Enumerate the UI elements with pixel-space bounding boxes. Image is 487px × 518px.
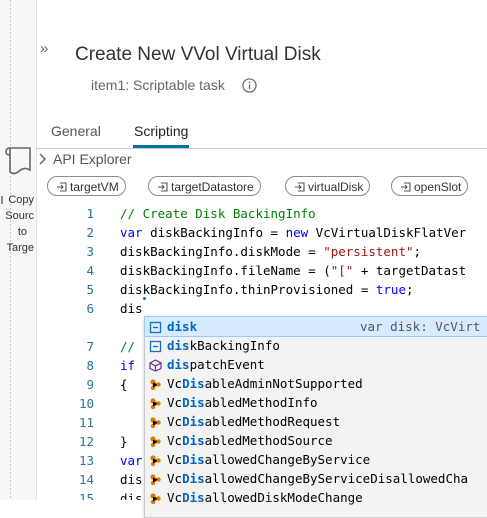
autocomplete-item[interactable]: dispatchEvent — [145, 355, 487, 374]
code-line: diskBackingInfo.thinProvisioned = true; — [120, 282, 414, 297]
line-number: 14 — [78, 472, 94, 487]
class-icon — [149, 434, 162, 448]
code-line: dis — [120, 301, 143, 316]
autocomplete-item-label: diskBackingInfo — [167, 338, 280, 353]
scriptable-task-icon[interactable] — [4, 144, 34, 178]
api-explorer-label: API Explorer — [53, 151, 132, 167]
binding-chip-label: targetVM — [70, 180, 119, 194]
task-label-line: Targe — [6, 242, 34, 254]
chevron-right-icon — [39, 153, 47, 165]
line-number: 3 — [86, 244, 94, 259]
autocomplete-item-label: VcDisabledMethodInfo — [167, 395, 318, 410]
class-icon — [149, 472, 162, 486]
code-line: var — [120, 453, 143, 468]
task-label-line: Copy — [8, 194, 34, 206]
binding-chip-label: openSlot — [414, 180, 462, 194]
line-number: 10 — [78, 396, 94, 411]
line-number: 12 — [78, 434, 94, 449]
code-line: // — [120, 339, 143, 354]
binding-chip-targetdatastore[interactable]: targetDatastore — [148, 176, 261, 196]
line-number: 13 — [78, 453, 94, 468]
task-label-line: to — [17, 226, 27, 238]
line-number: 7 — [86, 339, 94, 354]
info-icon[interactable] — [242, 78, 257, 93]
page-title: Create New VVol Virtual Disk — [75, 44, 321, 65]
autocomplete-item[interactable]: VcDisableAdminNotSupported — [145, 374, 487, 393]
autocomplete-item[interactable]: VcDisabledMethodRequest — [145, 412, 487, 431]
variable-bindings: targetVM targetDatastore virtualDisk ope… — [47, 176, 487, 198]
variable-icon — [149, 320, 162, 334]
autocomplete-item-label: VcDisabledMethodSource — [167, 433, 333, 448]
binding-icon — [57, 182, 67, 192]
code-line: var diskBackingInfo = new VcVirtualDiskF… — [120, 225, 467, 240]
class-icon — [149, 396, 162, 410]
binding-chip-label: virtualDisk — [308, 180, 364, 194]
code-line: diskBackingInfo.diskMode = "persistent"; — [120, 244, 422, 259]
autocomplete-item-label: VcDisallowedChangeByService — [167, 452, 371, 467]
binding-icon — [295, 182, 305, 192]
autocomplete-item[interactable]: VcDisabledMethodSource — [145, 431, 487, 450]
collapse-panel-button[interactable]: » — [40, 40, 48, 57]
task-label-line: Sourc — [5, 210, 34, 222]
autocomplete-item-label: VcDisallowedDiskModeChange — [167, 490, 363, 505]
autocomplete-item[interactable]: VcDisallowedDiskModeChange — [145, 488, 487, 507]
autocomplete-item-label: disk — [167, 319, 198, 334]
variable-icon — [149, 339, 162, 353]
code-comment: // Create Disk BackingInfo — [120, 206, 316, 221]
autocomplete-item[interactable]: disk var disk: VcVirt — [144, 316, 487, 337]
autocomplete-item-detail: var disk: VcVirt — [360, 319, 481, 334]
autocomplete-item-label: VcDisableAdminNotSupported — [167, 376, 363, 391]
line-number: 6 — [86, 301, 94, 316]
line-number: 4 — [86, 263, 94, 278]
autocomplete-item[interactable]: VcDisallowedChangeByServiceDisallowedCha — [145, 469, 487, 488]
code-line: dis — [120, 491, 143, 500]
line-number: 5 — [86, 282, 94, 297]
method-icon — [149, 358, 162, 372]
tab-scripting[interactable]: Scripting — [132, 123, 190, 148]
binding-chip-openslot[interactable]: openSlot — [391, 176, 469, 196]
line-number: 1 — [86, 206, 94, 221]
autocomplete-popup[interactable]: disk var disk: VcVirt diskBackingInfo dispa… — [144, 316, 487, 518]
class-icon — [149, 453, 162, 467]
text-cursor — [143, 297, 146, 300]
code-line: } — [120, 434, 128, 449]
line-number: 11 — [78, 415, 94, 430]
tab-general[interactable]: General — [51, 123, 101, 139]
autocomplete-item[interactable]: VcDisabledMethodInfo — [145, 393, 487, 412]
code-line: // Create Disk BackingInfo — [120, 206, 316, 221]
autocomplete-item-label: VcDisabledMethodRequest — [167, 414, 341, 429]
binding-icon — [401, 182, 411, 192]
autocomplete-item-label: dispatchEvent — [167, 357, 265, 372]
class-icon — [149, 415, 162, 429]
class-icon — [149, 491, 162, 505]
code-line: { — [120, 377, 128, 392]
api-explorer-toggle[interactable]: API Explorer — [38, 151, 132, 167]
code-line: if — [120, 358, 143, 373]
page-subtitle: item1: Scriptable task — [91, 77, 225, 93]
binding-icon — [158, 182, 168, 192]
binding-chip-targetvm[interactable]: targetVM — [47, 176, 126, 196]
class-icon — [149, 377, 162, 391]
tab-bar: General Scripting — [36, 114, 487, 149]
line-number: 2 — [86, 225, 94, 240]
binding-chip-virtualdisk[interactable]: virtualDisk — [285, 176, 371, 196]
line-number: 15 — [78, 491, 94, 500]
canvas-marker — [1, 196, 3, 204]
code-line: dis — [120, 472, 143, 487]
autocomplete-item-label: VcDisallowedChangeByServiceDisallowedCha — [167, 471, 469, 486]
code-line: diskBackingInfo.fileName = ("[" + target… — [120, 263, 467, 278]
line-number: 8 — [86, 358, 94, 373]
line-number: 9 — [86, 377, 94, 392]
autocomplete-item[interactable]: VcDisallowedChangeByService — [145, 450, 487, 469]
workflow-canvas-strip: Copy Sourc to Targe — [0, 0, 37, 500]
binding-chip-label: targetDatastore — [171, 180, 254, 194]
autocomplete-item[interactable]: diskBackingInfo — [145, 336, 487, 355]
